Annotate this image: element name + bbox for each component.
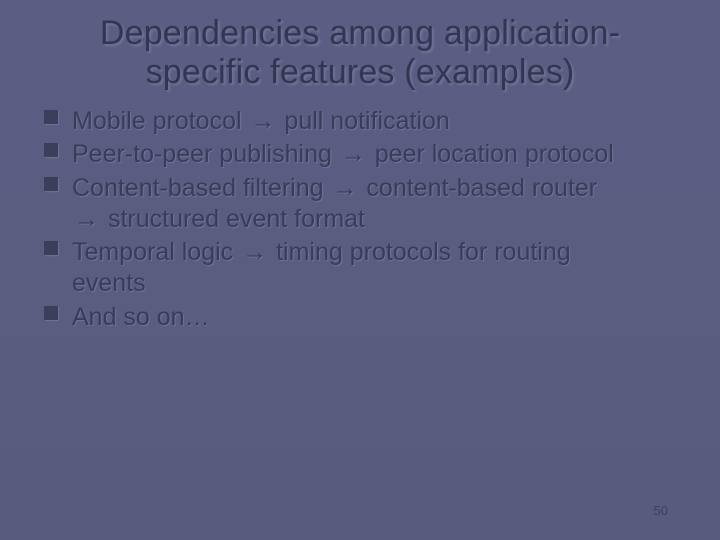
bullet-text-post: pull notification xyxy=(277,107,449,135)
square-bullet-icon xyxy=(44,177,58,191)
slide: Dependencies among application- specific… xyxy=(0,0,720,540)
bullet-text-post: content-based router xyxy=(359,174,597,202)
square-bullet-icon xyxy=(44,143,58,157)
bullet-text-pre: Mobile protocol xyxy=(72,107,248,135)
bullet-text-pre: Content-based filtering xyxy=(72,174,330,202)
list-item: Peer-to-peer publishing → peer location … xyxy=(72,139,680,170)
bullet-text-pre: And so on… xyxy=(72,303,210,331)
bullet-text-post: timing protocols for routing xyxy=(269,238,571,266)
slide-number: 50 xyxy=(654,503,668,518)
bullet-list: Mobile protocol → pull notification Peer… xyxy=(0,106,720,333)
bullet-text-cont: structured event format xyxy=(101,205,365,233)
square-bullet-icon xyxy=(44,241,58,255)
arrow-icon: → xyxy=(72,204,101,235)
square-bullet-icon xyxy=(44,306,58,320)
list-item: Mobile protocol → pull notification xyxy=(72,106,680,137)
title-line-2: specific features (examples) xyxy=(146,53,575,91)
list-item: Content-based filtering → content-based … xyxy=(72,173,680,236)
bullet-text-pre: Temporal logic xyxy=(72,238,240,266)
arrow-icon: → xyxy=(339,139,368,170)
square-bullet-icon xyxy=(44,110,58,124)
slide-title: Dependencies among application- specific… xyxy=(0,0,720,102)
arrow-icon: → xyxy=(240,237,269,268)
list-item: Temporal logic → timing protocols for ro… xyxy=(72,237,680,300)
bullet-text-cont: events xyxy=(72,269,146,297)
title-line-1: Dependencies among application- xyxy=(100,14,620,52)
bullet-text-post: peer location protocol xyxy=(368,140,614,168)
bullet-text-pre: Peer-to-peer publishing xyxy=(72,140,339,168)
arrow-icon: → xyxy=(330,173,359,204)
list-item: And so on… xyxy=(72,302,680,333)
arrow-icon: → xyxy=(248,106,277,137)
